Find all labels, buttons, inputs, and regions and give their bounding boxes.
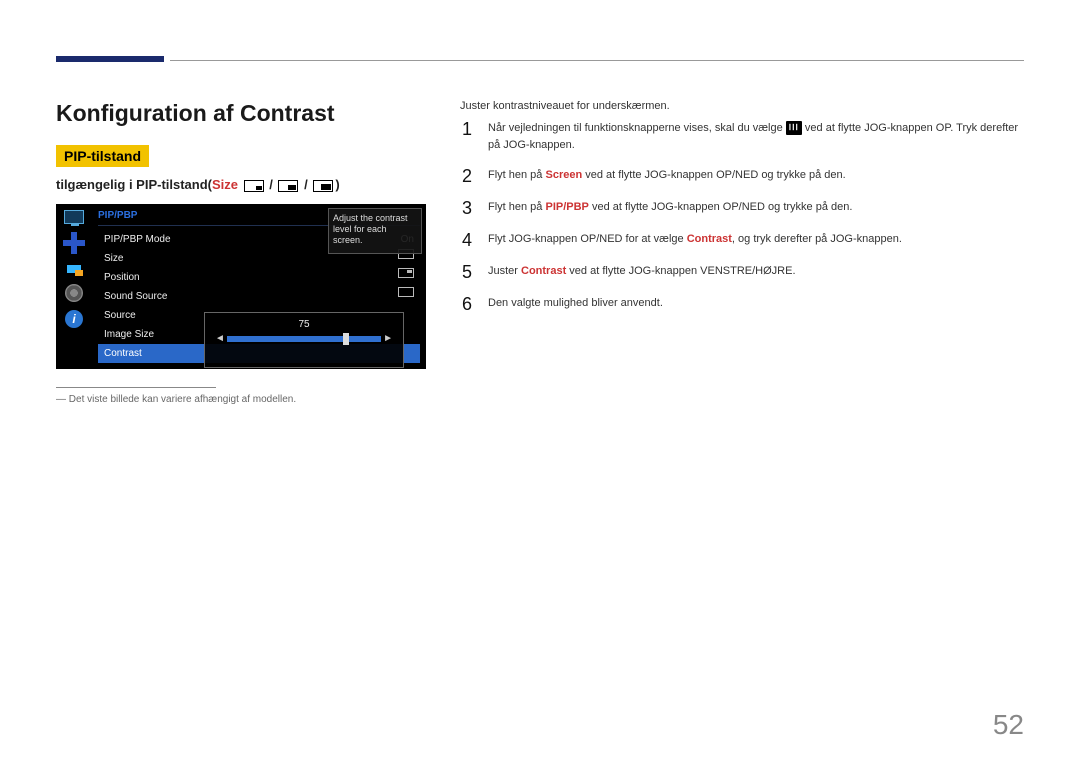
screen-word: Screen	[545, 169, 582, 181]
osd-screenshot: i PIP/PBP PIP/PBP Mode On Size Position …	[56, 204, 426, 369]
s5b: ved at flytte JOG-knappen VENSTRE/HØJRE.	[566, 265, 795, 277]
menu-icon: ⅠⅠⅠ	[786, 121, 802, 135]
step-number: 2	[460, 167, 474, 185]
s4b: , og tryk derefter på JOG-knappen.	[732, 233, 902, 245]
slider-right-arrow-icon: ►	[383, 333, 393, 344]
pip-size-icons-3	[313, 180, 333, 192]
slider-left-arrow-icon: ◄	[215, 333, 225, 344]
pip-size-icons	[244, 180, 264, 192]
right-column: Juster kontrastniveauet for underskærmen…	[460, 100, 1024, 327]
subhead-prefix: tilgængelig i PIP-tilstand(	[56, 177, 212, 192]
step-body: Den valgte mulighed bliver anvendt.	[488, 295, 1024, 312]
osd-label: Sound Source	[104, 287, 167, 306]
step-number: 5	[460, 263, 474, 281]
step-body: Juster Contrast ved at flytte JOG-knappe…	[488, 263, 1024, 280]
osd-label: Source	[104, 306, 136, 325]
step-2: 2 Flyt hen på Screen ved at flytte JOG-k…	[460, 167, 1024, 185]
osd-tooltip: Adjust the contrast level for each scree…	[328, 208, 422, 254]
position-value-icon	[398, 268, 414, 278]
pip-size-icons-2	[278, 180, 298, 192]
step-body: Når vejledningen til funktionsknapperne …	[488, 120, 1024, 153]
availability-line: tilgængelig i PIP-tilstand(Size / / )	[56, 177, 436, 192]
dpad-icon	[63, 232, 85, 254]
slider-value-label: 75	[215, 319, 393, 330]
page-title: Konfiguration af Contrast	[56, 100, 436, 127]
pip-size-large-icon	[313, 180, 333, 192]
step-body: Flyt JOG-knappen OP/NED for at vælge Con…	[488, 231, 1024, 248]
info-icon: i	[65, 310, 83, 328]
soundsource-value-icon	[398, 287, 414, 297]
s5a: Juster	[488, 265, 521, 277]
gear-icon	[65, 284, 83, 302]
step-number: 6	[460, 295, 474, 313]
pip-size-medium-icon	[278, 180, 298, 192]
model-variance-note: Det viste billede kan variere afhængigt …	[56, 394, 436, 405]
picture-pip-icon	[64, 262, 84, 276]
step-number: 1	[460, 120, 474, 138]
header-divider	[170, 60, 1024, 61]
osd-sidebar: i	[56, 204, 92, 369]
step-5: 5 Juster Contrast ved at flytte JOG-knap…	[460, 263, 1024, 281]
step-number: 3	[460, 199, 474, 217]
pip-mode-badge: PIP-tilstand	[56, 145, 149, 167]
contrast-slider-popup: 75 ◄ ►	[204, 312, 404, 368]
osd-label: Contrast	[104, 344, 142, 363]
osd-row-soundsource: Sound Source	[98, 287, 420, 306]
monitor-icon	[64, 210, 84, 224]
step-body: Flyt hen på PIP/PBP ved at flytte JOG-kn…	[488, 199, 1024, 216]
sep1: /	[266, 177, 277, 192]
sep2: /	[300, 177, 311, 192]
s3a: Flyt hen på	[488, 201, 545, 213]
page-number: 52	[993, 709, 1024, 741]
step-6: 6 Den valgte mulighed bliver anvendt.	[460, 295, 1024, 313]
subhead-size-word: Size	[212, 177, 238, 192]
left-column: Konfiguration af Contrast PIP-tilstand t…	[56, 100, 436, 405]
slider-thumb	[343, 333, 349, 345]
slider-track: ◄ ►	[227, 336, 381, 342]
s4a: Flyt JOG-knappen OP/NED for at vælge	[488, 233, 687, 245]
s2b: ved at flytte JOG-knappen OP/NED og tryk…	[582, 169, 846, 181]
subhead-suffix: )	[335, 177, 339, 192]
s3b: ved at flytte JOG-knappen OP/NED og tryk…	[589, 201, 853, 213]
intro-text: Juster kontrastniveauet for underskærmen…	[460, 100, 1024, 112]
osd-label: Image Size	[104, 325, 154, 344]
s2a: Flyt hen på	[488, 169, 545, 181]
contrast-word: Contrast	[687, 233, 732, 245]
pip-size-small-icon	[244, 180, 264, 192]
step-body: Flyt hen på Screen ved at flytte JOG-kna…	[488, 167, 1024, 184]
note-divider	[56, 387, 216, 388]
contrast-word: Contrast	[521, 265, 566, 277]
step-4: 4 Flyt JOG-knappen OP/NED for at vælge C…	[460, 231, 1024, 249]
osd-label: Size	[104, 249, 123, 268]
header-accent-bar	[56, 56, 164, 62]
s1a: Når vejledningen til funktionsknapperne …	[488, 122, 786, 134]
osd-row-position: Position	[98, 268, 420, 287]
step-number: 4	[460, 231, 474, 249]
step-3: 3 Flyt hen på PIP/PBP ved at flytte JOG-…	[460, 199, 1024, 217]
pip-word: PIP/PBP	[545, 201, 588, 213]
osd-label: PIP/PBP Mode	[104, 230, 171, 249]
step-1: 1 Når vejledningen til funktionsknappern…	[460, 120, 1024, 153]
osd-label: Position	[104, 268, 140, 287]
